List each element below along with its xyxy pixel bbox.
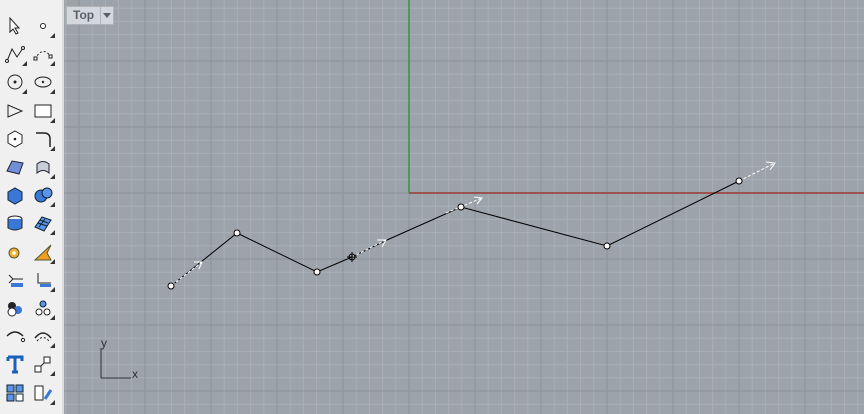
group-blocks-tool-button[interactable] xyxy=(2,380,28,406)
curve-point xyxy=(603,242,611,250)
dimension-tool-button[interactable] xyxy=(2,267,28,293)
viewport-title[interactable]: Top xyxy=(67,7,100,24)
viewport-canvas[interactable] xyxy=(64,0,864,414)
extrude-surface-tool-button[interactable] xyxy=(30,154,56,180)
chevron-down-icon xyxy=(103,13,112,18)
group-blocks-icon xyxy=(6,384,24,402)
fillet-curve-tool-button[interactable] xyxy=(30,126,56,152)
sphere-solid-tool-button[interactable] xyxy=(30,182,56,208)
flyout-indicator-icon xyxy=(50,61,55,67)
left-toolbar xyxy=(0,0,64,414)
select-arrow-tool-button[interactable] xyxy=(2,13,28,39)
snap-cursor-icon xyxy=(347,252,357,262)
polyline-tool-button[interactable] xyxy=(2,41,28,67)
offset-curve-icon xyxy=(6,331,26,343)
arc-tool-button[interactable] xyxy=(2,98,28,124)
polyline-curve[interactable] xyxy=(170,180,740,287)
dimension-icon xyxy=(8,274,23,287)
curve-point xyxy=(313,268,321,276)
flyout-indicator-icon xyxy=(50,258,55,264)
text-icon xyxy=(6,355,24,374)
flyout-indicator-icon xyxy=(50,117,55,123)
render-spheres-tool-button[interactable] xyxy=(2,295,28,321)
analyze-tool-button[interactable] xyxy=(30,239,56,265)
flyout-indicator-icon xyxy=(22,61,27,67)
surface-from-points-tool-button[interactable] xyxy=(2,154,28,180)
flyout-indicator-icon xyxy=(50,315,55,320)
box-solid-tool-button[interactable] xyxy=(2,182,28,208)
dimension-alt-tool-button[interactable] xyxy=(30,267,56,293)
offset-curve-tool-button[interactable] xyxy=(2,323,28,349)
select-arrow-icon xyxy=(9,16,21,35)
polygon-tool-button[interactable] xyxy=(2,126,28,152)
arc-icon xyxy=(7,103,24,118)
transform-gear-icon xyxy=(8,247,20,259)
cylinder-solid-icon xyxy=(7,215,23,231)
flyout-indicator-icon xyxy=(50,145,55,151)
polygon-icon xyxy=(7,130,23,148)
transform-gear-tool-button[interactable] xyxy=(2,239,28,265)
flyout-indicator-icon xyxy=(50,343,55,349)
viewport-title-tab[interactable]: Top xyxy=(66,6,115,25)
axis-y-label: y xyxy=(101,336,107,350)
viewport-menu-dropdown[interactable] xyxy=(100,7,113,24)
flyout-indicator-icon xyxy=(50,33,55,38)
flyout-indicator-icon xyxy=(22,89,27,95)
axis-x-label: x xyxy=(132,367,138,381)
surface-from-points-icon xyxy=(6,160,24,175)
curve-control-points-tool-button[interactable] xyxy=(30,41,56,67)
flyout-indicator-icon xyxy=(50,174,55,179)
flyout-indicator-icon xyxy=(50,230,55,236)
flyout-indicator-icon xyxy=(50,89,55,95)
flyout-indicator-icon xyxy=(50,286,55,292)
object-properties-tool-button[interactable] xyxy=(30,295,56,321)
point-tool-button[interactable] xyxy=(30,13,56,39)
flyout-indicator-icon xyxy=(50,371,55,377)
ellipse-tool-button[interactable] xyxy=(30,69,56,95)
top-viewport[interactable]: y x xyxy=(64,0,864,414)
box-solid-icon xyxy=(7,187,23,205)
layout-tool-button[interactable] xyxy=(30,380,56,406)
text-tool-button[interactable] xyxy=(2,351,28,377)
curve-point xyxy=(233,229,241,237)
circle-tool-button[interactable] xyxy=(2,69,28,95)
render-spheres-icon xyxy=(7,302,22,317)
cylinder-solid-tool-button[interactable] xyxy=(2,210,28,236)
rectangle-tool-button[interactable] xyxy=(30,98,56,124)
curve-point xyxy=(735,177,743,185)
mesh-plane-tool-button[interactable] xyxy=(30,210,56,236)
flyout-indicator-icon xyxy=(50,399,55,405)
curve-direction-arrows xyxy=(171,161,776,286)
curve-arc-tool-button[interactable] xyxy=(30,323,56,349)
curve-point xyxy=(167,282,175,290)
curve-point xyxy=(457,203,465,211)
flyout-indicator-icon xyxy=(50,202,55,208)
scale-tool-button[interactable] xyxy=(30,351,56,377)
